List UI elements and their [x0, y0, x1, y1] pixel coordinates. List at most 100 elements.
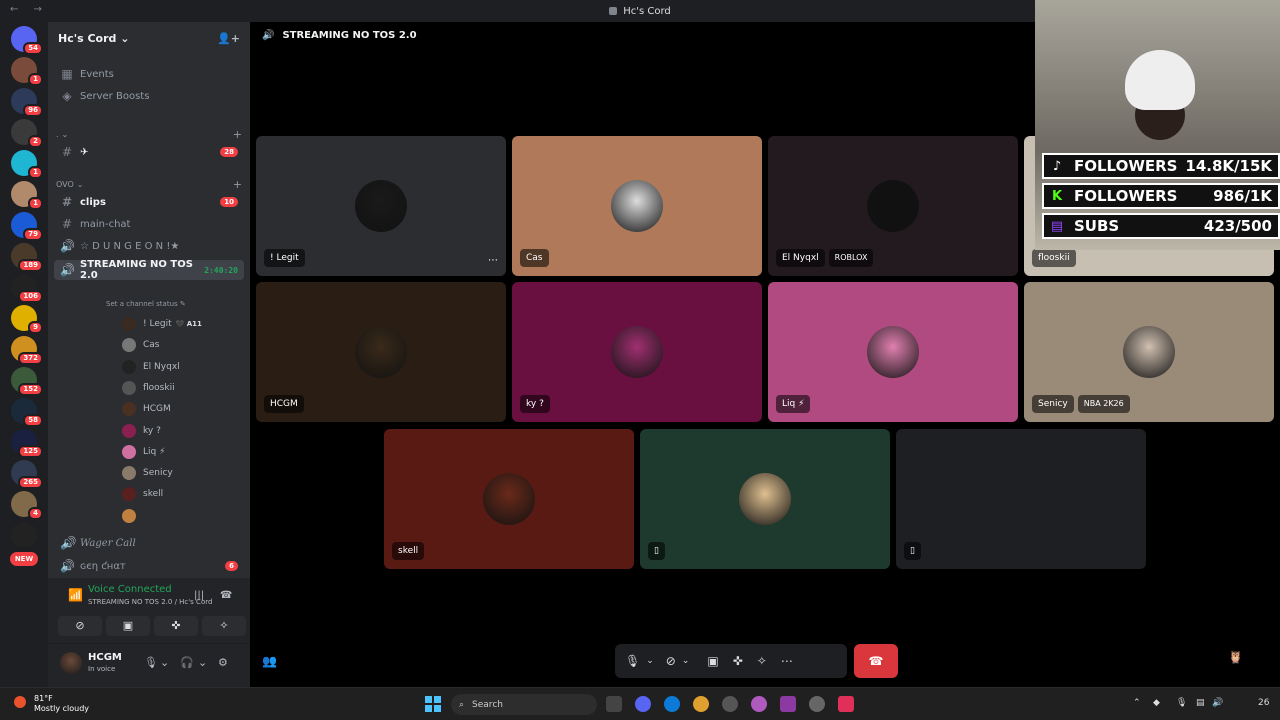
channel-events[interactable]: ▦ Events: [54, 64, 244, 84]
participant-label: ! Legit: [264, 248, 305, 268]
media-player-icon[interactable]: [722, 696, 738, 712]
figma-icon[interactable]: [751, 696, 767, 712]
participant-tile[interactable]: ▯: [640, 429, 890, 569]
noise-suppression-icon[interactable]: |||: [194, 590, 204, 601]
channel-plane[interactable]: # ✈ 28: [54, 142, 244, 162]
server-icon[interactable]: 106: [11, 274, 43, 303]
activities-icon[interactable]: ✜: [733, 654, 743, 668]
participant-tile[interactable]: ky ?: [512, 282, 762, 422]
chevron-down-icon[interactable]: ⌄: [198, 656, 207, 669]
server-icon[interactable]: 189: [11, 243, 43, 272]
taskbar-search[interactable]: ⌕ Search: [451, 694, 597, 715]
server-icon[interactable]: 1: [11, 57, 43, 86]
channel-wager[interactable]: 🔊 Wager Call: [54, 533, 244, 553]
user-name[interactable]: HCGM: [88, 652, 122, 663]
disconnect-button[interactable]: ☎: [854, 644, 898, 678]
voice-connected-title[interactable]: Voice Connected: [88, 584, 172, 595]
headphones-icon[interactable]: 🎧: [180, 656, 194, 669]
soundboard-icon[interactable]: ✧: [757, 654, 767, 668]
add-channel-icon[interactable]: +: [233, 178, 242, 191]
chevron-down-icon[interactable]: ⌄: [646, 656, 654, 666]
server-icon[interactable]: 372: [11, 336, 43, 365]
avatar[interactable]: [60, 652, 82, 674]
nav-arrows[interactable]: ← →: [10, 4, 48, 15]
user-panel: HCGM In voice 🎙 ⌄ 🎧 ⌄ ⚙: [48, 644, 250, 687]
channel-main-chat[interactable]: # main-chat: [54, 214, 244, 234]
server-icon[interactable]: 152: [11, 367, 43, 396]
weather-widget[interactable]: 81°F Mostly cloudy: [14, 694, 89, 714]
mic-tray-icon[interactable]: 🎙: [1176, 698, 1187, 708]
channel-status-hint[interactable]: Set a channel status ✎: [106, 300, 186, 308]
disconnect-icon[interactable]: ☎: [220, 590, 232, 601]
server-icon[interactable]: 1: [11, 181, 43, 210]
server-icon[interactable]: 9: [11, 305, 43, 334]
server-icon[interactable]: 1: [11, 150, 43, 179]
tray-app-icon[interactable]: ◆: [1153, 698, 1160, 708]
signal-icon[interactable]: 📶: [68, 588, 83, 602]
participant-tile[interactable]: Cas: [512, 136, 762, 276]
participant-tile[interactable]: HCGM: [256, 282, 506, 422]
screen-share-button[interactable]: ▣: [106, 616, 150, 636]
participant-avatar: [867, 180, 919, 232]
channel-boosts[interactable]: ◈ Server Boosts: [54, 86, 244, 106]
chevron-down-icon[interactable]: ⌄: [160, 656, 169, 669]
server-icon[interactable]: 58: [11, 398, 43, 427]
camera-off-icon[interactable]: ⊘: [666, 654, 676, 668]
speaker-icon: 🔊: [60, 239, 75, 253]
volume-icon[interactable]: 🔊: [1212, 698, 1223, 708]
guild-header[interactable]: Hc's Cord ⌄ 👤+: [48, 22, 250, 54]
channel-gen[interactable]: 🔊 ɢєη ƈнαт 6: [54, 556, 244, 576]
new-badge[interactable]: NEW: [10, 552, 38, 566]
add-channel-icon[interactable]: +: [233, 128, 242, 141]
participant-avatar: [611, 326, 663, 378]
unread-badge: 152: [18, 383, 43, 396]
server-icon[interactable]: 2: [11, 119, 43, 148]
windows-start-icon[interactable]: [425, 696, 441, 712]
edge-icon[interactable]: [664, 696, 680, 712]
participant-tile[interactable]: ▯: [896, 429, 1146, 569]
tiktok-app-icon[interactable]: [838, 696, 854, 712]
discord-icon[interactable]: [635, 696, 651, 712]
invite-icon[interactable]: 👥: [262, 654, 277, 668]
stream-webcam-overlay: ♪ FOLLOWERS 14.8K/15K K FOLLOWERS 986/1K ▤ SUBS…: [1035, 0, 1280, 250]
participant-tile[interactable]: ! Legit ⋯: [256, 136, 506, 276]
server-icon[interactable]: [11, 522, 37, 548]
chevron-down-icon[interactable]: ⌄: [682, 656, 690, 666]
avatar: [122, 508, 136, 523]
more-icon[interactable]: ⋯: [488, 255, 498, 266]
activities-button[interactable]: ✜: [154, 616, 198, 636]
channel-streaming[interactable]: 🔊 STREAMING NO TOS 2.0 2:40:20: [54, 259, 244, 281]
category-dot[interactable]: . ⌄ +: [56, 128, 242, 141]
mic-icon[interactable]: 🎙: [625, 654, 640, 668]
server-icon[interactable]: 4: [11, 491, 43, 520]
network-icon[interactable]: ▤: [1196, 698, 1205, 708]
mic-icon[interactable]: 🎙: [144, 656, 158, 669]
server-icon[interactable]: 96: [11, 88, 43, 117]
camera-button[interactable]: ⊘: [58, 616, 102, 636]
task-view-icon[interactable]: [606, 696, 622, 712]
server-icon[interactable]: 265: [11, 460, 43, 489]
clock-date[interactable]: 26: [1258, 698, 1269, 708]
participant-tile[interactable]: Senicy NBA 2K26: [1024, 282, 1274, 422]
chevron-up-icon[interactable]: ⌃: [1133, 698, 1141, 708]
twitch-app-icon[interactable]: [780, 696, 796, 712]
server-icon[interactable]: 79: [11, 212, 43, 241]
participant-tile[interactable]: El Nyqxl ROBLOX: [768, 136, 1018, 276]
more-icon[interactable]: ⋯: [781, 654, 793, 668]
participant-tile[interactable]: Liq ⚡: [768, 282, 1018, 422]
screen-share-icon[interactable]: ▣: [707, 654, 718, 668]
chrome-icon[interactable]: [693, 696, 709, 712]
channel-dungeon[interactable]: 🔊 ☆ D U N G E O N !★: [54, 236, 244, 256]
voice-user-name: ky ?: [143, 425, 161, 436]
unread-badge: 58: [23, 414, 43, 427]
settings-gear-icon[interactable]: ⚙: [218, 656, 228, 669]
category-ovo[interactable]: OVO ⌄ +: [56, 178, 242, 191]
channel-clips[interactable]: # clips 10: [54, 192, 244, 212]
obs-icon[interactable]: [809, 696, 825, 712]
participant-tile[interactable]: skell: [384, 429, 634, 569]
server-icon[interactable]: 125: [11, 429, 43, 458]
home-button[interactable]: 54: [11, 26, 43, 55]
add-member-icon[interactable]: 👤+: [217, 32, 240, 45]
search-label: Search: [472, 699, 503, 710]
soundboard-button[interactable]: ✧: [202, 616, 246, 636]
